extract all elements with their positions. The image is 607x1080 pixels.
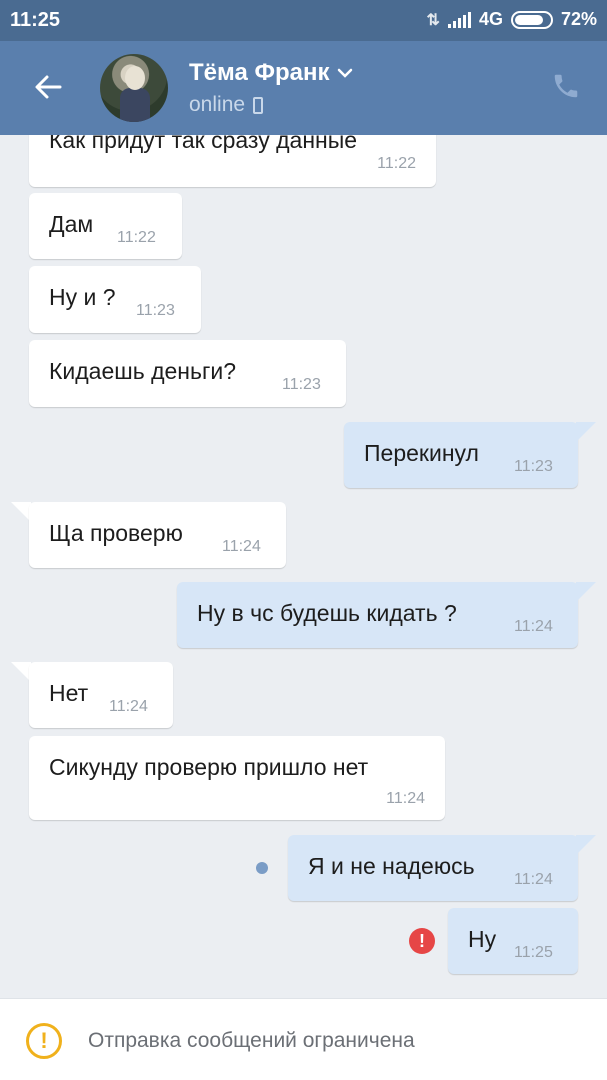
data-transfer-icon: ⇅ — [426, 11, 440, 29]
message-in[interactable]: Как придут так сразу данные 11:22 — [29, 135, 436, 187]
battery-level: 72% — [560, 9, 597, 29]
status-time: 11:25 — [10, 9, 61, 31]
restriction-text: Отправка сообщений ограничена — [88, 1029, 415, 1052]
contact-name[interactable]: Тёма Франк — [189, 59, 353, 87]
message-in[interactable]: Ну и ? 11:23 — [29, 266, 201, 333]
message-out[interactable]: Я и не надеюсь 11:24 — [288, 835, 578, 901]
message-time: 11:24 — [514, 871, 553, 888]
phone-call-icon[interactable] — [551, 71, 581, 101]
message-time: 11:22 — [117, 229, 156, 246]
message-time: 11:23 — [282, 376, 321, 393]
online-label: online — [189, 93, 246, 116]
message-out[interactable]: Ну в чс будешь кидать ? 11:24 — [177, 582, 578, 648]
unread-indicator-icon — [256, 862, 268, 874]
contact-status: online — [189, 93, 264, 117]
contact-name-label: Тёма Франк — [189, 59, 330, 86]
bubble-tail — [11, 662, 31, 682]
message-time: 11:24 — [222, 538, 261, 555]
bubble-tail — [576, 422, 596, 442]
message-in[interactable]: Дам 11:22 — [29, 193, 182, 259]
message-in[interactable]: Сикунду проверю пришло нет 11:24 — [29, 736, 445, 820]
signal-icon — [447, 11, 471, 28]
message-text: Ну и ? — [49, 284, 116, 310]
message-text: Дам — [49, 211, 94, 237]
bubble-tail — [576, 835, 596, 855]
phone-device-icon — [253, 96, 264, 114]
bubble-tail — [11, 502, 31, 522]
bubble-tail — [576, 582, 596, 602]
message-time: 11:24 — [109, 698, 148, 715]
network-type: 4G — [478, 9, 503, 29]
message-time: 11:23 — [514, 458, 553, 475]
send-error-icon[interactable]: ! — [409, 928, 435, 954]
message-text: Ну — [468, 926, 497, 952]
avatar[interactable] — [100, 54, 168, 122]
message-text: Перекинул — [364, 440, 479, 466]
chevron-down-icon[interactable] — [337, 68, 353, 78]
message-in[interactable]: Нет 11:24 — [29, 662, 173, 728]
message-text: Нет — [49, 680, 89, 706]
message-out[interactable]: Ну 11:25 — [448, 908, 578, 974]
battery-icon — [510, 10, 553, 29]
message-text: Сикунду проверю пришло нет — [49, 754, 369, 780]
message-out[interactable]: Перекинул 11:23 — [344, 422, 578, 488]
message-time: 11:24 — [514, 618, 553, 635]
message-text: Кидаешь деньги? — [49, 358, 236, 384]
status-bar: 11:25 ⇅ 4G 72% — [0, 0, 607, 41]
message-text: Я и не надеюсь — [308, 853, 475, 879]
message-in[interactable]: Кидаешь деньги? 11:23 — [29, 340, 346, 407]
message-time: 11:24 — [386, 790, 425, 807]
message-text: Ща проверю — [49, 520, 183, 546]
message-time: 11:23 — [136, 302, 175, 319]
message-in[interactable]: Ща проверю 11:24 — [29, 502, 286, 568]
message-time: 11:25 — [514, 944, 553, 961]
message-list[interactable]: Как придут так сразу данные 11:22 Дам 11… — [0, 135, 607, 998]
status-icons: ⇅ 4G 72% — [427, 9, 597, 30]
chat-header: Тёма Франк online — [0, 41, 607, 135]
message-text: Как придут так сразу данные — [49, 135, 358, 153]
message-text: Ну в чс будешь кидать ? — [197, 600, 457, 626]
restriction-notice: ! Отправка сообщений ограничена — [0, 998, 607, 1080]
message-time: 11:22 — [377, 155, 416, 172]
back-arrow-icon[interactable] — [32, 71, 64, 103]
warning-icon: ! — [26, 1023, 62, 1059]
